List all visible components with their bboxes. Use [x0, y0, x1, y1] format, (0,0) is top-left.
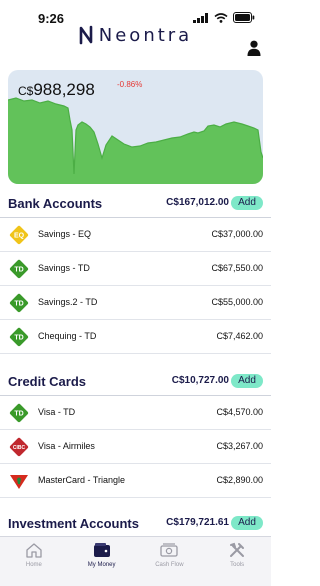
- add-bank-account-button[interactable]: Add: [231, 196, 263, 210]
- account-name: Savings - TD: [38, 263, 90, 273]
- section-total: C$167,012.00: [166, 197, 229, 208]
- wallet-icon: [93, 543, 110, 557]
- net-worth-value: C$988,298: [18, 80, 95, 100]
- tab-label: Cash Flow: [155, 562, 184, 568]
- tab-tools[interactable]: Tools: [203, 537, 271, 586]
- tab-my-money[interactable]: My Money: [68, 537, 136, 586]
- tab-label: My Money: [87, 562, 116, 568]
- change-percent: -0.86%: [117, 80, 143, 89]
- td-bank-icon: TD: [9, 327, 29, 347]
- account-name: Visa - TD: [38, 407, 76, 417]
- signal-icon: [193, 12, 208, 23]
- td-badge-text: TD: [14, 267, 23, 274]
- account-row[interactable]: TD Visa - TD C$4,570.00: [0, 396, 271, 430]
- tab-cash-flow[interactable]: Cash Flow: [136, 537, 204, 586]
- tab-bar: Home My Money Cash Flow Tools: [0, 536, 271, 586]
- account-row[interactable]: TD Savings.2 - TD C$55,000.00: [0, 286, 271, 320]
- account-amount: C$67,550.00: [211, 263, 263, 273]
- account-name: Visa - Airmiles: [38, 441, 95, 451]
- add-investment-account-button[interactable]: Add: [231, 516, 263, 530]
- td-badge-text: TD: [14, 411, 23, 418]
- canadian-tire-icon: [10, 475, 28, 489]
- home-icon: [26, 543, 42, 558]
- td-bank-icon: TD: [9, 293, 29, 313]
- tab-label: Home: [25, 562, 42, 568]
- section-header: Investment Accounts C$179,721.61 Add: [0, 510, 271, 538]
- net-worth-amount: 988,298: [33, 80, 95, 99]
- account-amount: C$4,570.00: [216, 407, 263, 417]
- td-bank-icon: TD: [9, 403, 29, 423]
- section-header: Credit Cards C$10,727.00 Add: [0, 368, 271, 396]
- section-total: C$179,721.61: [166, 517, 229, 528]
- profile-icon[interactable]: [247, 40, 261, 56]
- currency-label: C$: [18, 84, 34, 98]
- cash-icon: [160, 543, 179, 557]
- account-row[interactable]: CIBC Visa - Airmiles C$3,267.00: [0, 430, 271, 464]
- app-title: Neontra: [98, 24, 193, 46]
- section-title: Investment Accounts: [8, 516, 139, 531]
- tab-home[interactable]: Home: [0, 537, 68, 586]
- account-name: Savings.2 - TD: [38, 297, 98, 307]
- account-amount: C$7,462.00: [216, 331, 263, 341]
- account-row[interactable]: MasterCard - Triangle C$2,890.00: [0, 464, 271, 498]
- credit-cards-section: Credit Cards C$10,727.00 Add TD Visa - T…: [0, 368, 271, 498]
- account-row[interactable]: TD Savings - TD C$67,550.00: [0, 252, 271, 286]
- add-credit-card-button[interactable]: Add: [231, 374, 263, 388]
- neontra-logo-icon: [79, 25, 93, 45]
- account-row[interactable]: EQ Savings - EQ C$37,000.00: [0, 218, 271, 252]
- section-header: Bank Accounts C$167,012.00 Add: [0, 190, 271, 218]
- investment-accounts-section: Investment Accounts C$179,721.61 Add: [0, 510, 271, 538]
- section-total: C$10,727.00: [171, 375, 229, 386]
- section-title: Credit Cards: [8, 374, 87, 389]
- wifi-icon: [214, 12, 228, 23]
- account-name: MasterCard - Triangle: [38, 475, 126, 485]
- cibc-bank-icon: CIBC: [9, 437, 29, 457]
- account-row[interactable]: TD Chequing - TD C$7,462.00: [0, 320, 271, 354]
- cibc-badge-text: CIBC: [13, 445, 26, 451]
- account-name: Savings - EQ: [38, 229, 92, 239]
- eq-badge-text: EQ: [14, 233, 25, 240]
- chart-area-fill: [8, 98, 263, 184]
- td-badge-text: TD: [14, 335, 23, 342]
- section-title: Bank Accounts: [8, 196, 103, 211]
- account-amount: C$2,890.00: [216, 475, 263, 485]
- eq-bank-icon: EQ: [9, 225, 29, 245]
- account-amount: C$3,267.00: [216, 441, 263, 451]
- account-name: Chequing - TD: [38, 331, 97, 341]
- app-header: Neontra: [0, 22, 271, 48]
- tab-label: Tools: [230, 562, 245, 568]
- tools-icon: [230, 542, 245, 557]
- account-amount: C$55,000.00: [211, 297, 263, 307]
- account-amount: C$37,000.00: [211, 229, 263, 239]
- td-badge-text: TD: [14, 301, 23, 308]
- td-bank-icon: TD: [9, 259, 29, 279]
- bank-accounts-section: Bank Accounts C$167,012.00 Add EQ Saving…: [0, 190, 271, 354]
